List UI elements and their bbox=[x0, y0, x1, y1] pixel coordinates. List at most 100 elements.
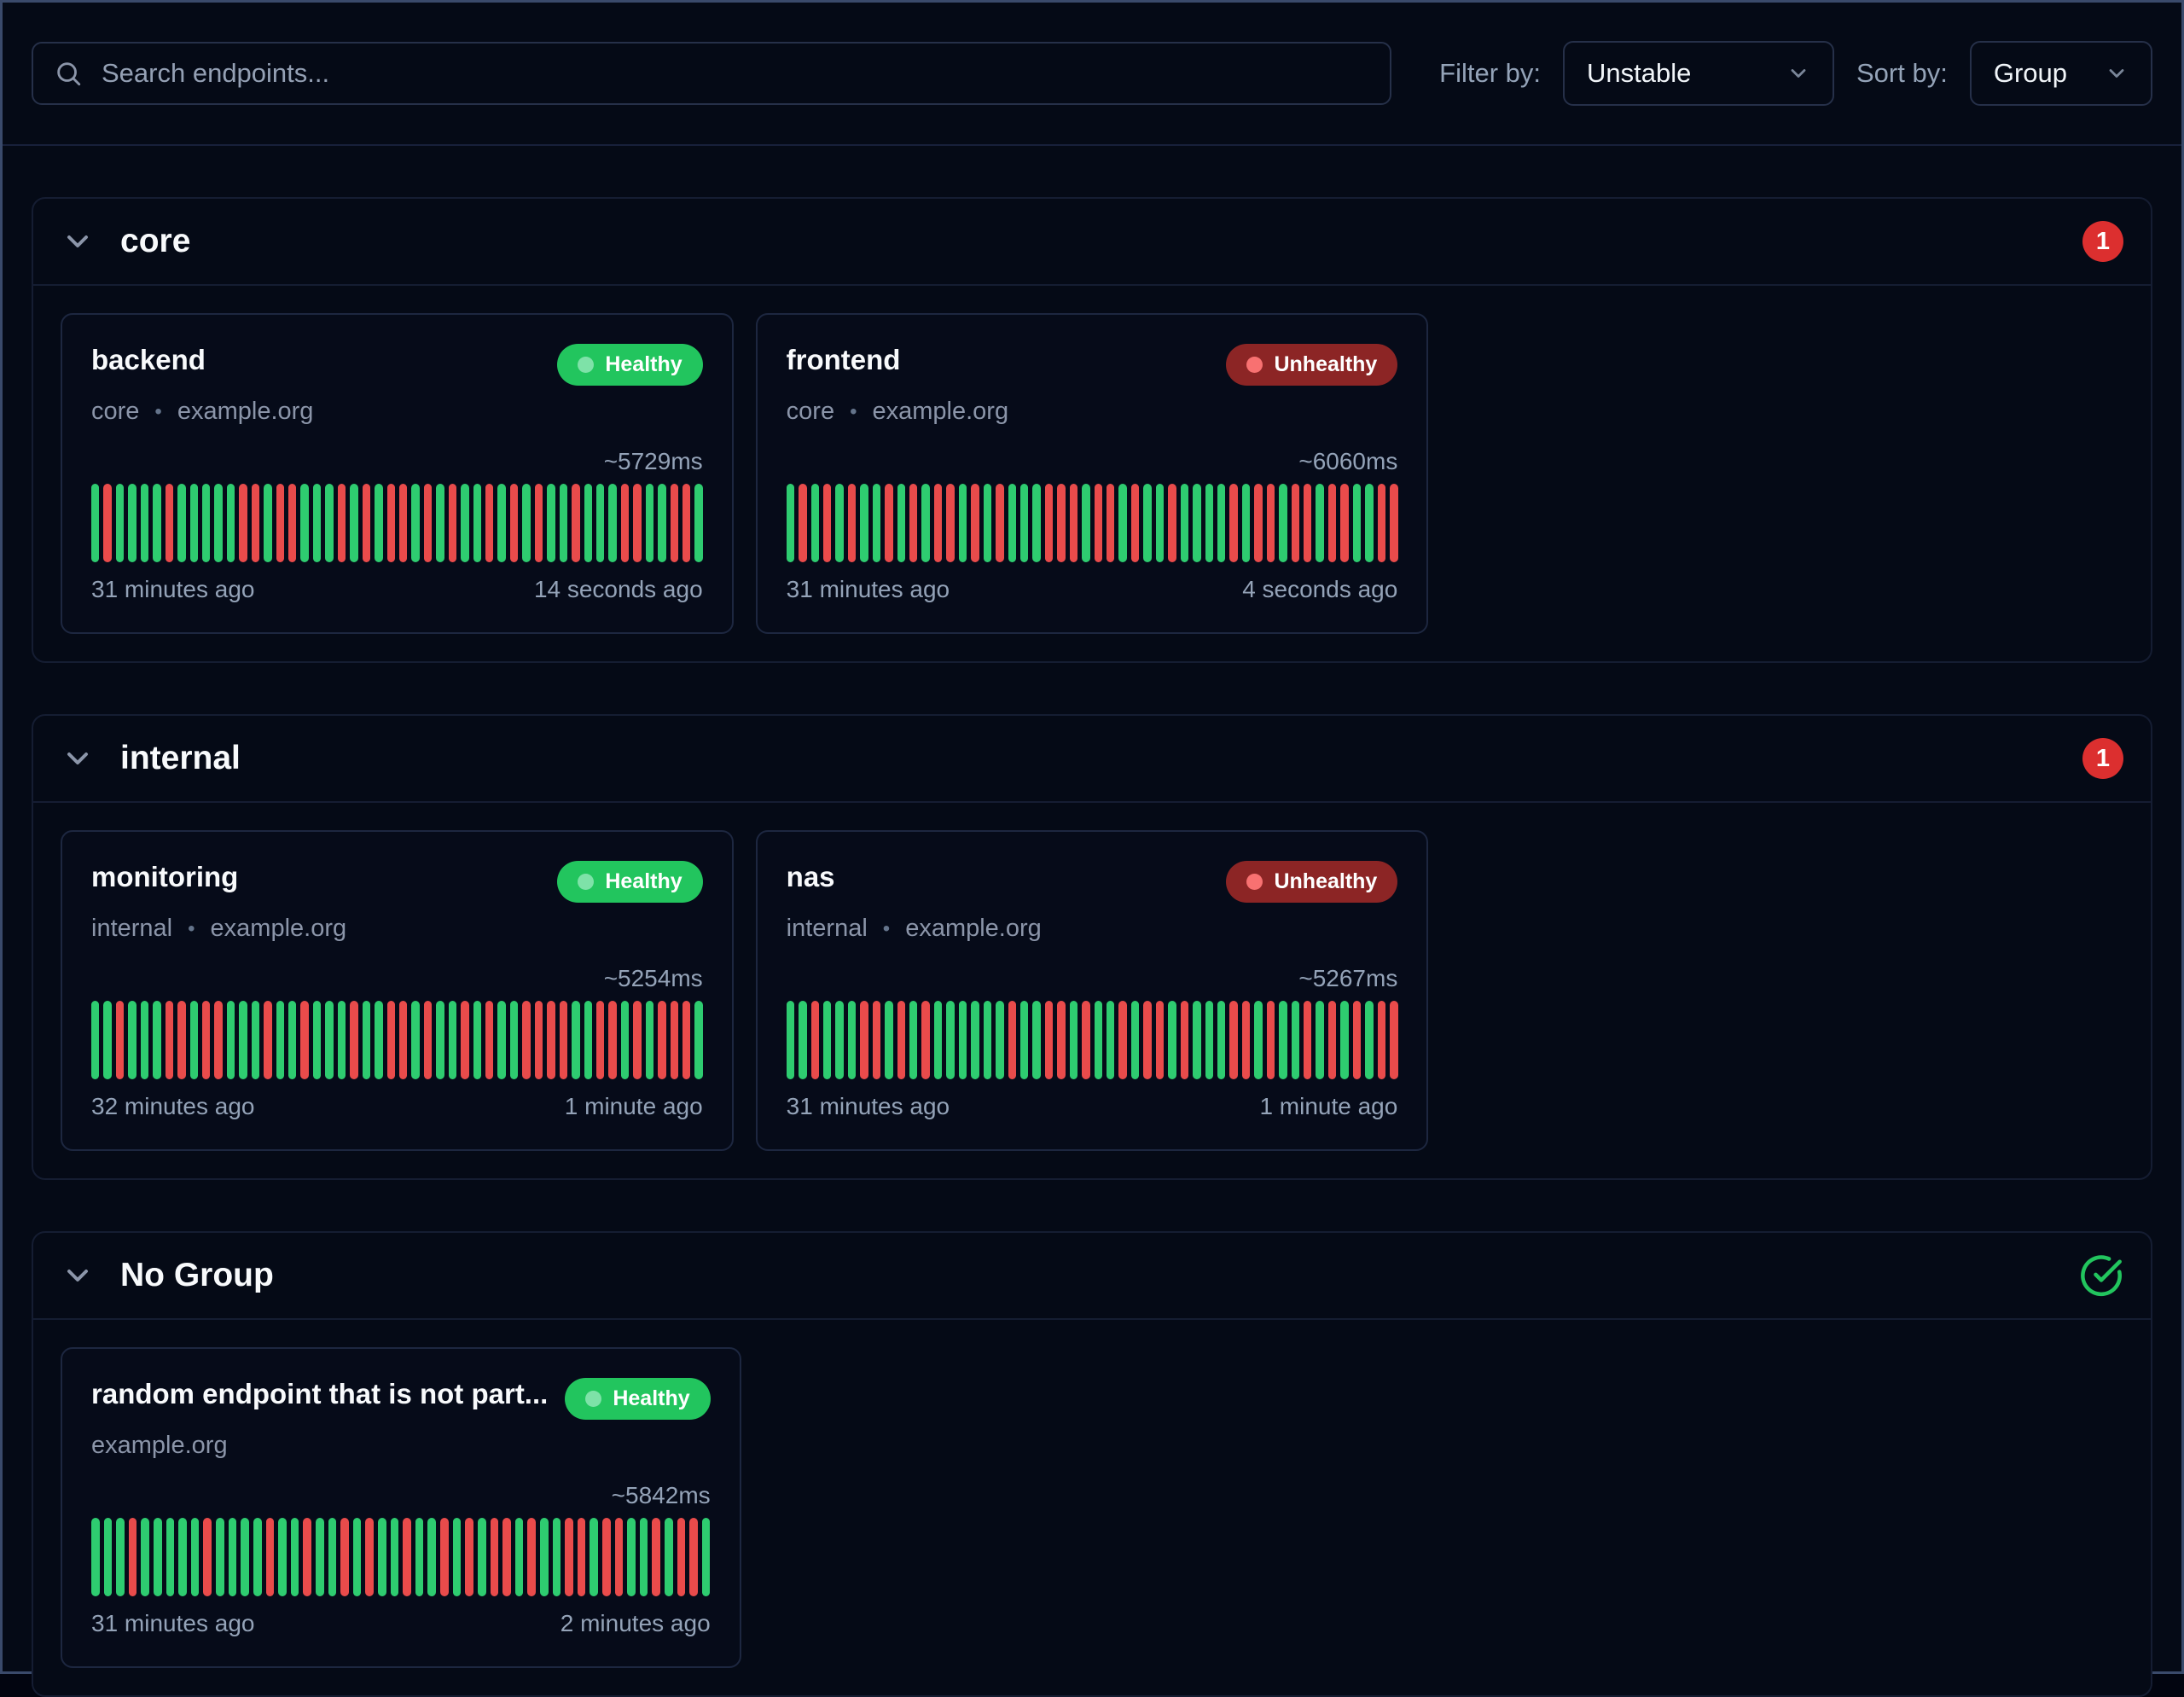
health-bar-up bbox=[646, 484, 653, 562]
health-bar-up bbox=[1168, 1001, 1176, 1079]
health-bar-down bbox=[527, 1518, 536, 1596]
health-bar-up bbox=[1316, 484, 1323, 562]
health-bar-up bbox=[473, 484, 481, 562]
group-header[interactable]: internal1 bbox=[33, 716, 2151, 803]
endpoint-subtitle: example.org bbox=[91, 1432, 711, 1460]
health-bar-down bbox=[560, 1001, 567, 1079]
health-bar-up bbox=[1365, 1001, 1373, 1079]
health-bar-down bbox=[239, 484, 247, 562]
health-bar-down bbox=[578, 1518, 586, 1596]
status-dot-icon bbox=[578, 357, 594, 373]
health-bar-up bbox=[141, 1518, 149, 1596]
health-bar-up bbox=[897, 484, 905, 562]
health-bar-up bbox=[241, 1518, 249, 1596]
health-bar-down bbox=[1181, 1001, 1188, 1079]
health-bar-up bbox=[264, 484, 271, 562]
health-bar-up bbox=[553, 1518, 561, 1596]
health-history-bars[interactable] bbox=[787, 484, 1398, 562]
health-bar-up bbox=[621, 1001, 629, 1079]
health-bar-down bbox=[602, 1518, 611, 1596]
health-bar-up bbox=[694, 484, 702, 562]
sort-select[interactable]: Group bbox=[1970, 41, 2152, 106]
health-bar-up bbox=[391, 1518, 399, 1596]
health-bar-up bbox=[1205, 1001, 1213, 1079]
health-bar-down bbox=[264, 1001, 271, 1079]
health-bar-down bbox=[1378, 484, 1385, 562]
health-bar-up bbox=[1020, 1001, 1028, 1079]
health-bar-up bbox=[436, 484, 444, 562]
health-bar-up bbox=[276, 1001, 284, 1079]
health-history-bars[interactable] bbox=[787, 1001, 1398, 1079]
avg-response-time: ~5267ms bbox=[787, 965, 1398, 992]
search-input[interactable] bbox=[32, 42, 1391, 105]
health-bar-down bbox=[350, 1001, 357, 1079]
health-bar-up bbox=[873, 484, 880, 562]
health-bar-up bbox=[640, 1518, 648, 1596]
newest-check-time: 2 minutes ago bbox=[561, 1610, 711, 1637]
health-bar-up bbox=[288, 1001, 296, 1079]
health-bar-down bbox=[1267, 1001, 1275, 1079]
health-bar-down bbox=[811, 1001, 819, 1079]
toolbar: Filter by: Unstable Sort by: Group bbox=[3, 3, 2181, 146]
health-bar-down bbox=[399, 484, 407, 562]
health-bar-down bbox=[449, 484, 456, 562]
health-history-bars[interactable] bbox=[91, 1001, 703, 1079]
sort-select-value: Group bbox=[1994, 58, 2067, 89]
health-bar-up bbox=[411, 1001, 419, 1079]
newest-check-time: 1 minute ago bbox=[565, 1093, 703, 1120]
avg-response-time: ~6060ms bbox=[787, 448, 1398, 475]
health-bar-down bbox=[633, 484, 641, 562]
group-status: 1 bbox=[2082, 221, 2123, 262]
health-bar-up bbox=[497, 484, 505, 562]
chevron-down-icon bbox=[1786, 61, 1810, 85]
health-bar-up bbox=[328, 1518, 337, 1596]
dot-separator: • bbox=[850, 400, 857, 424]
health-bar-down bbox=[340, 1518, 349, 1596]
health-bar-up bbox=[522, 484, 530, 562]
endpoint-card[interactable]: backendHealthycore•example.org~5729ms31 … bbox=[61, 313, 734, 634]
health-bar-up bbox=[190, 1001, 198, 1079]
health-bar-down bbox=[177, 1001, 185, 1079]
filter-select[interactable]: Unstable bbox=[1563, 41, 1834, 106]
endpoint-card[interactable]: monitoringHealthyinternal•example.org~52… bbox=[61, 830, 734, 1151]
health-bar-down bbox=[996, 484, 1003, 562]
health-bar-down bbox=[682, 1001, 690, 1079]
filter-select-value: Unstable bbox=[1587, 58, 1691, 89]
health-bar-down bbox=[1229, 484, 1237, 562]
health-bar-up bbox=[848, 1001, 856, 1079]
endpoint-card[interactable]: frontendUnhealthycore•example.org~6060ms… bbox=[756, 313, 1429, 634]
health-bar-up bbox=[1032, 484, 1040, 562]
health-history-bars[interactable] bbox=[91, 1518, 711, 1596]
group-status: 1 bbox=[2082, 738, 2123, 779]
group-header[interactable]: No Group bbox=[33, 1233, 2151, 1320]
status-pill: Healthy bbox=[557, 344, 702, 386]
status-label: Unhealthy bbox=[1274, 352, 1377, 377]
endpoint-host: example.org bbox=[177, 398, 314, 426]
health-bar-up bbox=[461, 484, 468, 562]
dot-separator: • bbox=[883, 917, 890, 941]
endpoint-card[interactable]: nasUnhealthyinternal•example.org~5267ms3… bbox=[756, 830, 1429, 1151]
endpoint-subtitle: internal•example.org bbox=[787, 915, 1398, 943]
health-bar-up bbox=[590, 1518, 598, 1596]
status-dot-icon bbox=[578, 874, 594, 890]
newest-check-time: 4 seconds ago bbox=[1242, 576, 1397, 603]
group-header[interactable]: core1 bbox=[33, 199, 2151, 286]
endpoint-card[interactable]: random endpoint that is not part...Healt… bbox=[61, 1347, 741, 1668]
health-bar-up bbox=[103, 1001, 111, 1079]
endpoint-subtitle: internal•example.org bbox=[91, 915, 703, 943]
health-bar-down bbox=[252, 484, 259, 562]
toolbar-controls: Filter by: Unstable Sort by: Group bbox=[1439, 41, 2152, 106]
health-bar-down bbox=[1008, 1001, 1016, 1079]
health-bar-up bbox=[596, 484, 604, 562]
health-bar-up bbox=[166, 1518, 175, 1596]
health-bar-down bbox=[129, 1518, 137, 1596]
group-title: No Group bbox=[120, 1257, 274, 1294]
health-bar-up bbox=[1217, 484, 1225, 562]
health-bar-up bbox=[787, 484, 794, 562]
health-bar-down bbox=[266, 1518, 275, 1596]
health-bar-up bbox=[1353, 484, 1361, 562]
health-history-bars[interactable] bbox=[91, 484, 703, 562]
health-bar-up bbox=[885, 1001, 892, 1079]
health-bar-up bbox=[253, 1518, 262, 1596]
health-bar-down bbox=[1057, 484, 1065, 562]
